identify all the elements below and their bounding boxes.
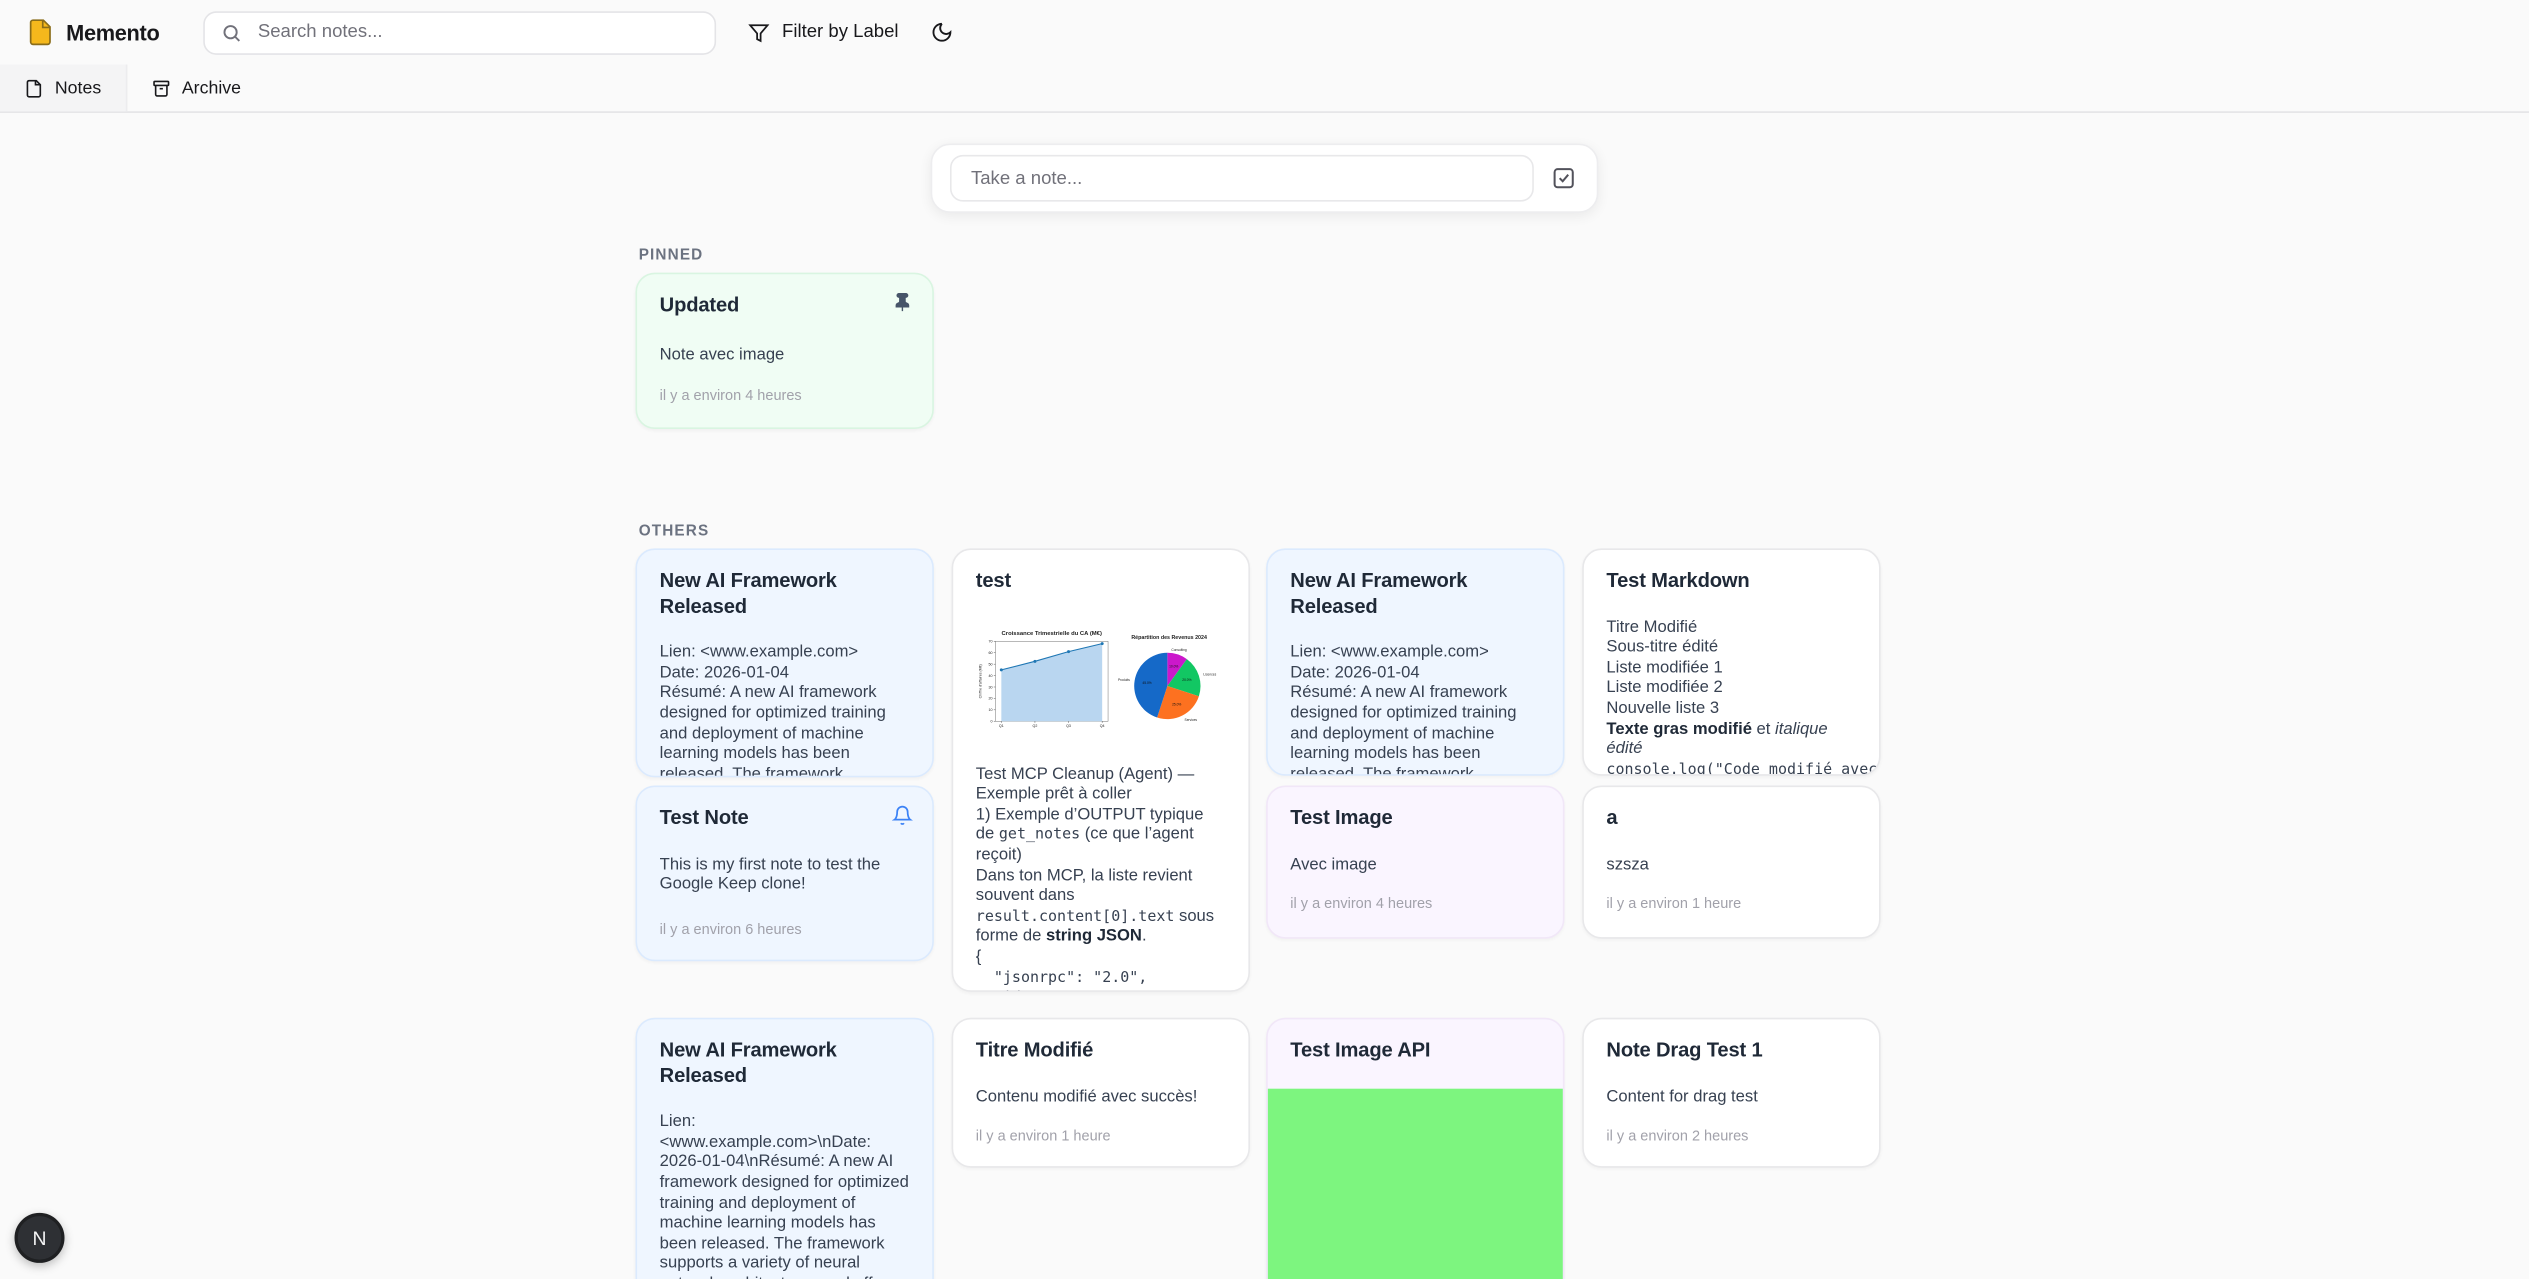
header: Memento Filter by Label [0,0,2529,65]
note-card-titre-modifie[interactable]: Titre Modifié Contenu modifié avec succè… [952,1018,1250,1168]
revenue-distribution-pie-chart: Répartition des Revenus 2024 10.0% Consult… [1113,612,1225,747]
tab-notes-label: Notes [55,78,101,97]
svg-text:Répartition des Revenus 2024: Répartition des Revenus 2024 [1132,635,1208,641]
note-content: Avec image [1290,856,1540,876]
note-title: Test Note [660,806,910,831]
note-content: Lien: <www.example.com> Date: 2026-01-04… [1290,644,1540,776]
svg-text:30: 30 [988,685,992,689]
svg-text:50: 50 [988,662,992,666]
moon-icon [931,21,954,44]
note-timestamp: il y a environ 4 heures [1290,896,1540,912]
note-title: Test Image [1290,806,1540,831]
pinned-section-label: PINNED [639,247,704,265]
svg-text:Licences: Licences [1204,672,1217,676]
svg-text:45.0%: 45.0% [1143,680,1152,684]
svg-text:Q2: Q2 [1033,724,1038,728]
svg-text:Q3: Q3 [1066,724,1071,728]
filter-by-label-button[interactable]: Filter by Label [735,14,911,51]
tab-notes[interactable]: Notes [0,65,127,112]
note-timestamp: il y a environ 1 heure [976,1128,1226,1144]
note-card-test-note[interactable]: Test Note This is my first note to test … [635,785,933,961]
filter-by-label-label: Filter by Label [782,23,899,42]
note-content: Lien: <www.example.com> Date: 2026-01-04… [660,644,910,777]
note-card-test-image[interactable]: Test Image Avec image il y a environ 4 h… [1266,785,1564,938]
note-title: Test Markdown [1606,569,1856,594]
note-image-charts: Croissance Trimestrielle du CA (M€) Chiff… [976,612,1226,747]
search-icon [221,22,242,43]
note-title: New AI Framework Released [1290,569,1540,619]
tab-archive-label: Archive [182,78,241,97]
avatar-initial: N [33,1227,47,1250]
note-content: Content for drag test [1606,1088,1856,1108]
archive-icon [151,78,170,97]
note-title: New AI Framework Released [660,569,910,619]
user-avatar[interactable]: N [15,1213,65,1263]
note-title: Titre Modifié [976,1039,1226,1064]
quarterly-revenue-area-chart: Croissance Trimestrielle du CA (M€) Chiff… [976,612,1113,747]
note-card-note-drag-test-1[interactable]: Note Drag Test 1 Content for drag test i… [1582,1018,1880,1168]
note-title: New AI Framework Released [660,1039,910,1089]
svg-text:25.0%: 25.0% [1172,702,1181,706]
note-title: Note Drag Test 1 [1606,1039,1856,1064]
note-title: a [1606,806,1856,831]
note-content: Titre Modifié Sous-titre édité Liste mod… [1606,619,1856,776]
note-content: Note avec image [660,346,910,366]
search-input[interactable] [255,21,699,44]
note-header: Test Image API [1268,1019,1563,1083]
svg-text:10: 10 [988,708,992,712]
note-title: Updated [660,294,910,319]
svg-text:20.0%: 20.0% [1183,677,1192,681]
notes-board: PINNED Updated Note avec image il y a en… [635,113,1880,1279]
note-timestamp: il y a environ 6 heures [660,921,910,937]
notes-main-area: PINNED Updated Note avec image il y a en… [0,113,2529,1279]
pin-icon [892,292,913,313]
svg-text:20: 20 [988,696,992,700]
search-box[interactable] [203,10,716,54]
bell-icon [892,805,913,826]
note-card-a[interactable]: a szsza il y a environ 1 heure [1582,785,1880,938]
svg-text:Services: Services [1185,717,1198,721]
svg-text:40: 40 [988,673,992,677]
note-card-ai-framework-2[interactable]: New AI Framework Released Lien: <www.exa… [1266,548,1564,775]
app-logo: Memento [26,18,160,47]
memento-app: Memento Filter by Label Notes [0,0,2529,1277]
tab-bar: Notes Archive [0,65,2529,113]
filter-funnel-icon [748,22,769,43]
note-content: Test MCP Cleanup (Agent) — Exemple prêt … [976,766,1226,992]
note-card-ai-framework-3[interactable]: New AI Framework Released Lien: <www.exa… [635,1018,933,1279]
theme-toggle-button[interactable] [924,15,959,50]
svg-text:60: 60 [988,650,992,654]
app-name: Memento [66,20,159,44]
file-logo-icon [26,18,55,47]
note-card-ai-framework-1[interactable]: New AI Framework Released Lien: <www.exa… [635,548,933,777]
svg-text:Consulting: Consulting [1172,648,1188,652]
note-card-updated[interactable]: Updated Note avec image il y a environ 4… [635,273,933,429]
note-image-green [1268,1089,1563,1279]
note-content: szsza [1606,856,1856,876]
note-card-test-image-api[interactable]: Test Image API [1266,1018,1564,1279]
note-timestamp: il y a environ 2 heures [1606,1128,1856,1144]
pin-button[interactable] [889,289,916,316]
svg-text:Produits: Produits [1118,678,1130,682]
svg-text:0: 0 [990,719,992,723]
others-section-label: OTHERS [639,523,710,541]
note-card-test-markdown[interactable]: Test Markdown Titre Modifié Sous-titre é… [1582,548,1880,775]
reminder-button[interactable] [889,802,916,829]
note-file-icon [24,78,43,97]
note-card-test[interactable]: test Croissance Trimestrielle du CA (M€)… [952,548,1250,992]
tab-archive[interactable]: Archive [127,65,265,112]
note-timestamp: il y a environ 1 heure [1606,896,1856,912]
svg-text:Q4: Q4 [1100,724,1105,728]
note-title: test [976,569,1226,594]
note-title: Test Image API [1290,1039,1540,1064]
note-content: This is my first note to test the Google… [660,856,910,897]
svg-text:70: 70 [988,639,992,643]
svg-text:Chiffre d'affaires (M€): Chiffre d'affaires (M€) [979,664,983,698]
svg-text:10.0%: 10.0% [1170,664,1179,668]
svg-text:Q1: Q1 [999,724,1004,728]
svg-text:Croissance Trimestrielle du CA: Croissance Trimestrielle du CA (M€) [1002,630,1102,636]
note-content: Contenu modifié avec succès! [976,1088,1226,1108]
note-timestamp: il y a environ 4 heures [660,387,910,403]
note-content: Lien: <www.example.com>\nDate: 2026-01-0… [660,1113,910,1279]
